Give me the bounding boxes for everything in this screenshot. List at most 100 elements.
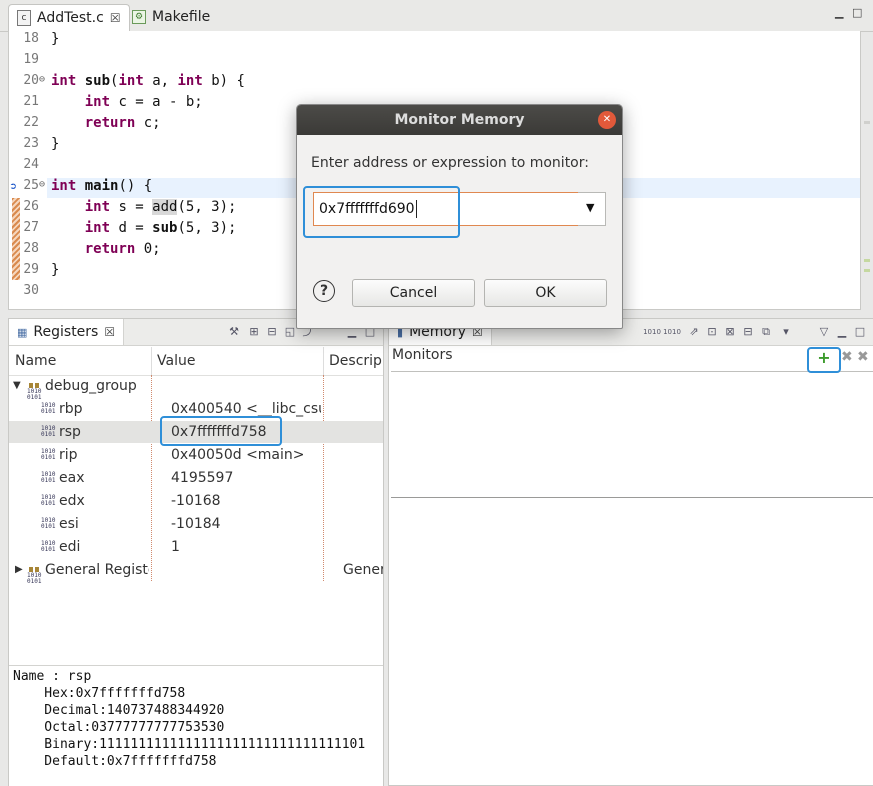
register-name: rip xyxy=(59,447,78,463)
overview-ruler-mark xyxy=(864,259,870,262)
input-highlight xyxy=(303,186,460,238)
remove-all-monitors-icon[interactable]: ✖ xyxy=(857,349,869,365)
register-value: 0x40050d <main> xyxy=(171,447,305,463)
code-line[interactable]: } xyxy=(51,31,59,47)
register-icon: 1010 0101 xyxy=(41,494,56,507)
tab-label: AddTest.c xyxy=(37,10,104,26)
code-line[interactable]: int c = a - b; xyxy=(51,94,203,110)
monitors-divider xyxy=(391,371,873,372)
register-name: rbp xyxy=(59,401,83,417)
import-icon[interactable]: ⊠ xyxy=(723,325,737,339)
add-register-group-icon[interactable]: ⊞ xyxy=(247,325,261,339)
register-value: -10168 xyxy=(171,493,221,509)
register-row[interactable]: 1010 0101 edx -10168 xyxy=(9,490,383,512)
tab-registers[interactable]: ▦ Registers ☒ xyxy=(9,319,125,345)
tab-addtest-c[interactable]: c AddTest.c ☒ xyxy=(8,4,130,31)
view-menu-icon[interactable]: ▽ xyxy=(817,325,831,339)
code-line[interactable]: } xyxy=(51,136,59,152)
register-details-text: Name : rsp Hex:0x7fffffffd758 Decimal:14… xyxy=(13,669,366,769)
memory-rendering-icon[interactable]: 1010 xyxy=(643,325,661,339)
code-line[interactable]: int sub(int a, int b) { xyxy=(51,73,245,89)
find-icon[interactable]: ⊡ xyxy=(705,325,719,339)
register-group-icon: 1010 0101 xyxy=(27,383,43,401)
line-number: 18 xyxy=(23,31,39,46)
register-icon: 1010 0101 xyxy=(41,448,56,461)
overview-ruler-mark xyxy=(864,121,870,124)
code-line[interactable]: int main() { xyxy=(51,178,152,194)
rsp-value-highlight xyxy=(160,416,282,446)
code-line[interactable]: int d = sub(5, 3); xyxy=(51,220,237,236)
minimize-icon[interactable]: ▁ xyxy=(835,325,849,339)
remove-monitor-icon[interactable]: ✖ xyxy=(841,349,853,365)
tab-label: Registers xyxy=(33,324,99,340)
register-group-description: Gener xyxy=(343,562,383,578)
register-group-row[interactable]: ▼ 1010 0101 debug_group xyxy=(9,375,383,401)
help-icon[interactable]: ? xyxy=(313,280,335,302)
close-icon[interactable]: ✕ xyxy=(598,111,616,129)
register-icon: 1010 0101 xyxy=(41,517,56,530)
line-number: 19 xyxy=(23,52,39,67)
register-row[interactable]: 1010 0101 edi 1 xyxy=(9,536,383,558)
overview-ruler-mark xyxy=(864,269,870,272)
register-row[interactable]: 1010 0101 eax 4195597 xyxy=(9,467,383,489)
close-icon[interactable]: ☒ xyxy=(104,325,115,339)
register-value: 1 xyxy=(171,539,180,555)
cancel-button[interactable]: Cancel xyxy=(352,279,475,307)
code-line[interactable]: return c; xyxy=(51,115,161,131)
ok-button[interactable]: OK xyxy=(484,279,607,307)
layout-icon[interactable]: ⚒ xyxy=(227,325,241,339)
register-details-pane: Name : rsp Hex:0x7fffffffd758 Decimal:14… xyxy=(9,665,383,786)
close-icon[interactable]: ☒ xyxy=(110,11,121,25)
register-value: 4195597 xyxy=(171,470,234,486)
line-number: 23 xyxy=(23,136,39,151)
register-name: eax xyxy=(59,470,85,486)
collapse-all-icon[interactable]: ⊟ xyxy=(265,325,279,339)
chevron-right-icon[interactable]: ▶ xyxy=(15,559,23,581)
dialog-title: Monitor Memory xyxy=(297,105,622,135)
code-line[interactable]: return 0; xyxy=(51,241,161,257)
register-group-row[interactable]: ▶ 1010 0101 General Registe Gener xyxy=(9,559,383,585)
register-name: edx xyxy=(59,493,85,509)
restore-icon[interactable]: ◱ xyxy=(283,325,297,339)
tab-makefile[interactable]: ⚙ Makefile xyxy=(124,4,218,30)
register-group-name: debug_group xyxy=(45,378,137,394)
register-group-name: General Registe xyxy=(45,562,149,578)
maximize-icon[interactable]: □ xyxy=(853,325,867,339)
register-icon: 1010 0101 xyxy=(41,540,56,553)
toggle-split-icon[interactable]: ⧉ xyxy=(759,325,773,339)
fold-toggle-icon[interactable]: ⊖ xyxy=(39,74,45,85)
new-rendering-icon[interactable]: 1010 xyxy=(663,325,681,339)
column-header-name[interactable]: Name xyxy=(9,347,152,375)
register-row[interactable]: 1010 0101 rip 0x40050d <main> xyxy=(9,444,383,466)
tab-label: Makefile xyxy=(152,9,211,25)
register-icon: 1010 0101 xyxy=(41,471,56,484)
register-name: rsp xyxy=(59,424,81,440)
column-header-description[interactable]: Descrip xyxy=(323,347,389,375)
maximize-icon[interactable]: □ xyxy=(852,6,862,19)
code-line[interactable]: int s = add(5, 3); xyxy=(51,199,236,215)
c-source-file-icon: c xyxy=(17,10,31,26)
register-name: edi xyxy=(59,539,81,555)
makefile-icon: ⚙ xyxy=(132,10,146,24)
view-menu-icon[interactable]: ▾ xyxy=(779,325,793,339)
line-number: 27 xyxy=(23,220,39,235)
minimize-icon[interactable]: ▁ xyxy=(835,6,843,19)
register-icon: 1010 0101 xyxy=(41,402,56,415)
address-history-dropdown[interactable]: ▼ xyxy=(578,192,606,226)
export-icon[interactable]: ⊟ xyxy=(741,325,755,339)
register-icon: 1010 0101 xyxy=(41,425,56,438)
column-header-value[interactable]: Value xyxy=(151,347,324,375)
line-number: 26 xyxy=(23,199,39,214)
fold-toggle-icon[interactable]: ⊖ xyxy=(39,179,45,190)
chevron-down-icon[interactable]: ▼ xyxy=(586,201,594,214)
code-line[interactable]: } xyxy=(51,262,59,278)
chevron-down-icon[interactable]: ▼ xyxy=(13,375,21,397)
registers-icon: ▦ xyxy=(17,325,28,339)
register-group-icon: 1010 0101 xyxy=(27,567,43,585)
line-number: 24 xyxy=(23,157,39,172)
line-number: 21 xyxy=(23,94,39,109)
line-number: 28 xyxy=(23,241,39,256)
register-row[interactable]: 1010 0101 esi -10184 xyxy=(9,513,383,535)
monitors-label: Monitors xyxy=(392,347,453,363)
link-icon[interactable]: ⇗ xyxy=(687,325,701,339)
